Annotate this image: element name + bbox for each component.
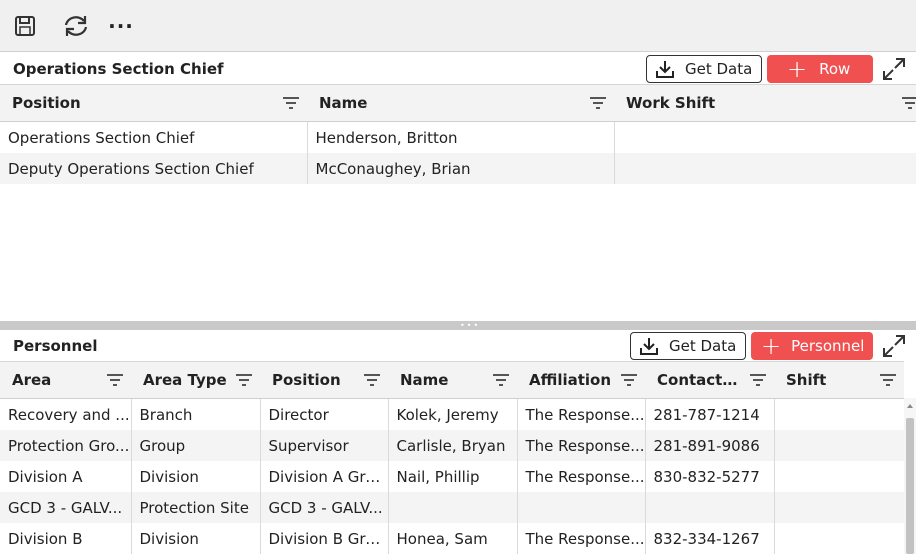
cell <box>614 121 916 153</box>
cell: Division A <box>0 461 132 492</box>
table-row[interactable]: Operations Section Chief Henderson, Brit… <box>0 121 916 153</box>
cell <box>774 523 905 554</box>
get-data-label: Get Data <box>669 337 737 355</box>
add-personnel-label: Personnel <box>791 337 865 355</box>
column-header[interactable]: Position <box>260 361 388 399</box>
cell: 281-787-1214 <box>645 398 775 430</box>
add-personnel-button[interactable]: + Personnel <box>751 332 873 360</box>
drag-handle-icon: ••• <box>460 321 481 330</box>
filter-icon[interactable] <box>493 373 509 387</box>
column-header[interactable]: Name <box>307 84 614 122</box>
filter-icon[interactable] <box>107 373 123 387</box>
column-header[interactable]: Work Shift <box>614 84 916 122</box>
cell: Honea, Sam <box>388 523 518 554</box>
operations-section-chief-panel: Operations Section Chief Get Data + Row … <box>0 53 916 321</box>
table-row[interactable]: Deputy Operations Section Chief McConaug… <box>0 153 916 184</box>
add-row-button[interactable]: + Row <box>767 55 873 83</box>
header-row: Area Area Type Position Name Affiliation… <box>0 361 904 399</box>
cell: Protection Site <box>131 492 261 523</box>
cell: Branch <box>131 398 261 430</box>
cell: Protection Gro... <box>0 430 132 461</box>
cell: Division B Gro... <box>260 523 389 554</box>
download-icon <box>640 338 658 355</box>
filter-icon[interactable] <box>236 373 252 387</box>
get-data-label: Get Data <box>685 60 753 78</box>
cell: Division <box>131 461 261 492</box>
column-header[interactable]: Position <box>0 84 307 122</box>
cell: 830-832-5277 <box>645 461 775 492</box>
filter-icon[interactable] <box>902 96 916 110</box>
cell: The Response... <box>517 461 646 492</box>
cell <box>774 492 905 523</box>
cell: Group <box>131 430 261 461</box>
cell: Recovery and ... <box>0 398 132 430</box>
save-icon[interactable] <box>11 12 39 40</box>
top-grid: Position Name Work Shift Operations Sect… <box>0 84 916 184</box>
column-header[interactable]: Shift <box>774 361 904 399</box>
expand-icon[interactable] <box>881 333 907 359</box>
table-row[interactable]: Recovery and ... Branch Director Kolek, … <box>0 398 905 430</box>
cell: The Response... <box>517 523 646 554</box>
column-header[interactable]: Area Type <box>131 361 260 399</box>
expand-icon[interactable] <box>881 56 907 82</box>
get-data-button[interactable]: Get Data <box>646 55 762 83</box>
cell <box>774 398 905 430</box>
cell: The Response... <box>517 398 646 430</box>
table-row[interactable]: GCD 3 - GALV... Protection Site GCD 3 - … <box>0 492 905 523</box>
cell: GCD 3 - GALV... <box>260 492 389 523</box>
column-header[interactable]: Affiliation <box>517 361 645 399</box>
table-row[interactable]: Division A Division Division A Gro... Na… <box>0 461 905 492</box>
panel-title: Operations Section Chief <box>13 60 224 78</box>
cell: Supervisor <box>260 430 389 461</box>
table-row[interactable]: Protection Gro... Group Supervisor Carli… <box>0 430 905 461</box>
filter-icon[interactable] <box>364 373 380 387</box>
column-header[interactable]: Name <box>388 361 517 399</box>
cell: Director <box>260 398 389 430</box>
panel-title: Personnel <box>13 337 98 355</box>
scrollbar-thumb[interactable] <box>906 418 914 554</box>
column-header[interactable]: Contact ... <box>645 361 774 399</box>
download-icon <box>656 61 674 78</box>
panel-splitter[interactable]: ••• <box>0 321 916 330</box>
header-row: Position Name Work Shift <box>0 84 916 122</box>
get-data-button[interactable]: Get Data <box>630 332 746 360</box>
top-toolbar: ··· <box>0 0 916 52</box>
cell: Kolek, Jeremy <box>388 398 518 430</box>
cell <box>645 492 775 523</box>
personnel-panel: Personnel Get Data + Personnel Area Area… <box>0 330 916 554</box>
cell: Division A Gro... <box>260 461 389 492</box>
cell: McConaughey, Brian <box>307 153 615 184</box>
filter-icon[interactable] <box>880 373 896 387</box>
cell <box>774 430 905 461</box>
vertical-scrollbar[interactable] <box>904 398 916 554</box>
cell: 281-891-9086 <box>645 430 775 461</box>
refresh-icon[interactable] <box>62 12 90 40</box>
filter-icon[interactable] <box>590 96 606 110</box>
cell: Deputy Operations Section Chief <box>0 153 308 184</box>
add-row-label: Row <box>819 60 851 78</box>
more-icon[interactable]: ··· <box>107 12 135 40</box>
plus-icon: + <box>787 55 808 83</box>
filter-icon[interactable] <box>283 96 299 110</box>
cell: GCD 3 - GALV... <box>0 492 132 523</box>
cell: Henderson, Britton <box>307 121 615 153</box>
cell: Division B <box>0 523 132 554</box>
cell: 832-334-1267 <box>645 523 775 554</box>
cell <box>388 492 518 523</box>
cell: Nail, Phillip <box>388 461 518 492</box>
filter-icon[interactable] <box>750 373 766 387</box>
filter-icon[interactable] <box>621 373 637 387</box>
table-row[interactable]: Division B Division Division B Gro... Ho… <box>0 523 905 554</box>
cell <box>774 461 905 492</box>
cell <box>517 492 646 523</box>
cell: Carlisle, Bryan <box>388 430 518 461</box>
cell: The Response... <box>517 430 646 461</box>
cell <box>614 153 916 184</box>
cell: Division <box>131 523 261 554</box>
column-header[interactable]: Area <box>0 361 131 399</box>
plus-icon: + <box>761 332 782 360</box>
personnel-grid: Area Area Type Position Name Affiliation… <box>0 361 905 554</box>
cell: Operations Section Chief <box>0 121 308 153</box>
scroll-up-icon[interactable] <box>907 404 913 408</box>
